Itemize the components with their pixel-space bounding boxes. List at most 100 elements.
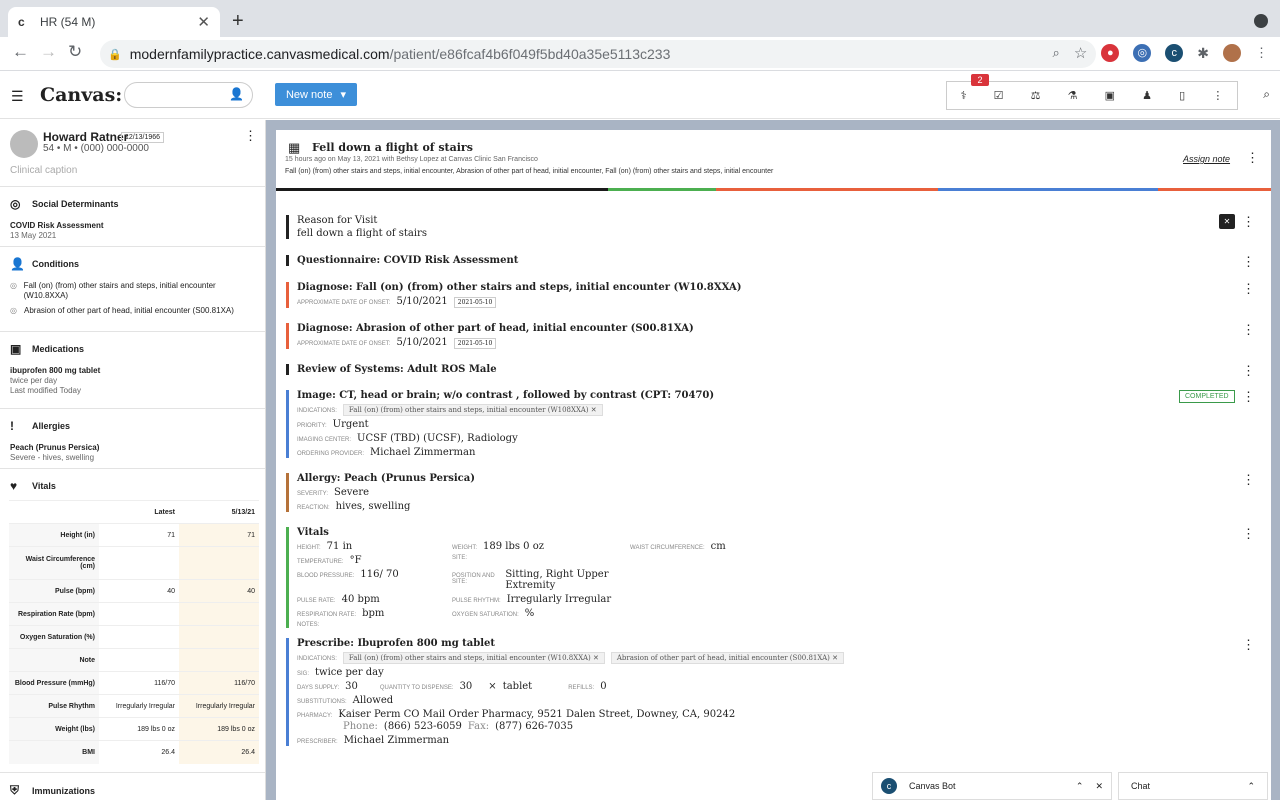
field-label: Waist circumference: (630, 545, 705, 551)
row-label: Pulse Rhythm (9, 694, 99, 718)
condition-label: Abrasion of other part of head, initial … (24, 306, 234, 315)
allergy-command[interactable]: Allergy: Peach (Prunus Persica) Severity… (286, 473, 1246, 512)
close-tab-icon[interactable]: ✕ (197, 13, 210, 31)
scale-icon[interactable]: ⚖ (1031, 89, 1041, 102)
field-label: Indications: (297, 656, 337, 662)
command-menu-icon[interactable]: ⋮ (1242, 214, 1255, 230)
indication-chip[interactable]: Fall (on) (from) other stairs and steps,… (342, 652, 605, 664)
condition-item[interactable]: ◎ Fall (on) (from) other stairs and steps… (10, 281, 256, 301)
section-title[interactable]: Vitals (32, 481, 56, 491)
table-row: Pulse Rhythm Irregularly Irregular Irregul… (9, 694, 259, 718)
url-host: modernfamilypractice.canvasmedical.com (129, 46, 390, 62)
diagnose-command[interactable]: Diagnose: Abrasion of other part of head… (286, 323, 1246, 349)
stripe-segment (276, 188, 608, 191)
command-heading: Reason for Visit (297, 215, 378, 226)
social-date: 13 May 2021 (10, 231, 57, 240)
condition-item[interactable]: ◎ Abrasion of other part of head, initial… (10, 306, 256, 316)
search-icon[interactable]: ⌕ (1263, 87, 1270, 102)
extensions-puzzle-icon[interactable]: ✱ (1197, 45, 1209, 62)
section-title[interactable]: Immunizations (32, 786, 95, 796)
patient-name[interactable]: Howard Ratner (43, 130, 128, 144)
cell: Irregularly Irregular (99, 694, 179, 718)
chat-panel[interactable]: Chat ⌃ (1118, 772, 1268, 800)
note-title[interactable]: Fell down a flight of stairs (312, 141, 473, 154)
new-tab-icon[interactable]: + (232, 10, 244, 33)
hamburger-menu-icon[interactable]: ☰ (11, 88, 24, 105)
browser-menu-icon[interactable]: ⋮ (1255, 45, 1268, 61)
vitals-table: Latest 5/13/21 Height (in) 71 71 Waist Cir… (9, 500, 259, 764)
back-icon[interactable]: ← (12, 42, 29, 62)
command-menu-icon[interactable]: ⋮ (1242, 389, 1255, 405)
command-menu-icon[interactable]: ⋮ (1242, 363, 1255, 379)
note-menu-icon[interactable]: ⋮ (1246, 150, 1259, 166)
caduceus-icon[interactable]: ⚕ (961, 89, 967, 102)
canvas-bot-panel[interactable]: c Canvas Bot ⌃ ✕ (872, 772, 1112, 800)
indication-chip[interactable]: Abrasion of other part of head, initial … (610, 652, 844, 664)
clinical-caption[interactable]: Clinical caption (10, 165, 77, 176)
checkbox-icon[interactable]: ☑ (994, 89, 1004, 102)
section-title[interactable]: Conditions (32, 259, 79, 269)
condition-label: Fall (on) (from) other stairs and steps,… (23, 281, 216, 300)
field-label: Approximate date of onset: (297, 341, 391, 347)
canvas-extension-icon[interactable]: c (1165, 44, 1184, 62)
assign-note-link[interactable]: Assign note (1183, 154, 1230, 164)
remove-button[interactable]: ✕ (1219, 214, 1235, 229)
image-icon[interactable]: ▣ (1105, 89, 1115, 102)
section-title[interactable]: Social Determinants (32, 199, 119, 209)
tab-search-icon[interactable] (1254, 14, 1268, 28)
command-menu-icon[interactable]: ⋮ (1242, 472, 1255, 488)
bookmark-star-icon[interactable]: ☆ (1074, 44, 1087, 62)
table-row: Weight (lbs) 189 lbs 0 oz 189 lbs 0 oz (9, 717, 259, 741)
section-title[interactable]: Medications (32, 344, 84, 354)
command-menu-icon[interactable]: ⋮ (1242, 254, 1255, 270)
prescribe-command[interactable]: Prescribe: Ibuprofen 800 mg tablet Indic… (286, 638, 1246, 746)
browser-tab[interactable]: c HR (54 M) ✕ (8, 7, 220, 37)
medications-section: ▣ Medications ibuprofen 800 mg tablet twi… (0, 331, 265, 396)
row-label: Weight (lbs) (9, 717, 99, 741)
field-label: Pulse rate: (297, 598, 336, 604)
ros-command[interactable]: Review of Systems: Adult ROS Male (286, 364, 1246, 375)
forward-icon[interactable]: → (40, 42, 57, 62)
command-menu-icon[interactable]: ⋮ (1242, 526, 1255, 542)
command-menu-icon[interactable]: ⋮ (1242, 637, 1255, 653)
remove-chip-icon[interactable]: ✕ (591, 406, 597, 414)
referral-icon[interactable]: ♟ (1142, 89, 1152, 102)
patient-menu-icon[interactable]: ⋮ (244, 128, 257, 144)
allergy-name[interactable]: Peach (Prunus Persica) (10, 443, 256, 453)
cell (179, 648, 259, 672)
lab-flask-icon[interactable]: ⚗ (1068, 89, 1078, 102)
reason-for-visit-command[interactable]: Reason for Visit fell down a flight of s… (286, 215, 1246, 239)
field-label: Temperature: (297, 559, 344, 565)
password-extension-icon[interactable]: ◎ (1133, 44, 1152, 62)
vitals-command[interactable]: Vitals Height: 71 in Weight: 189 lbs 0 oz … (286, 527, 1246, 628)
cell: 189 lbs 0 oz (179, 717, 259, 741)
questionnaire-command[interactable]: Questionnaire: COVID Risk Assessment (286, 255, 1246, 266)
command-menu-icon[interactable]: ⋮ (1242, 322, 1255, 338)
zoom-icon[interactable]: ⌕ (1053, 45, 1060, 61)
patient-search-input[interactable]: 👤 (124, 82, 253, 108)
chevron-up-icon[interactable]: ⌃ (1247, 781, 1255, 792)
reload-icon[interactable]: ↻ (68, 42, 82, 62)
stripe-segment (716, 188, 938, 191)
social-item[interactable]: COVID Risk Assessment (10, 221, 256, 231)
priority-value: Urgent (332, 419, 369, 430)
field-label: Phone: (343, 721, 378, 732)
building-icon: ▦ (288, 140, 301, 155)
more-icon[interactable]: ⋮ (1212, 89, 1223, 102)
image-command[interactable]: Image: CT, head or brain; w/o contrast ,… (286, 390, 1246, 458)
chevron-up-icon[interactable]: ⌃ (1076, 781, 1084, 792)
new-note-button[interactable]: New note ▾ (275, 83, 357, 106)
profile-avatar[interactable] (1223, 44, 1241, 62)
indication-chip[interactable]: Fall (on) (from) other stairs and steps,… (342, 404, 603, 416)
command-menu-icon[interactable]: ⋮ (1242, 281, 1255, 297)
document-icon[interactable]: ▯ (1179, 89, 1185, 102)
remove-chip-icon[interactable]: ✕ (593, 654, 599, 662)
extension-icon[interactable]: ● (1101, 44, 1120, 62)
close-icon[interactable]: ✕ (1095, 781, 1103, 792)
onset-date: 5/10/2021 (396, 296, 448, 307)
remove-chip-icon[interactable]: ✕ (832, 654, 838, 662)
address-bar[interactable]: 🔒 modernfamilypractice.canvasmedical.com… (100, 40, 1096, 68)
medication-name[interactable]: ibuprofen 800 mg tablet (10, 366, 256, 376)
section-title[interactable]: Allergies (32, 421, 70, 431)
diagnose-command[interactable]: Diagnose: Fall (on) (from) other stairs … (286, 282, 1246, 308)
